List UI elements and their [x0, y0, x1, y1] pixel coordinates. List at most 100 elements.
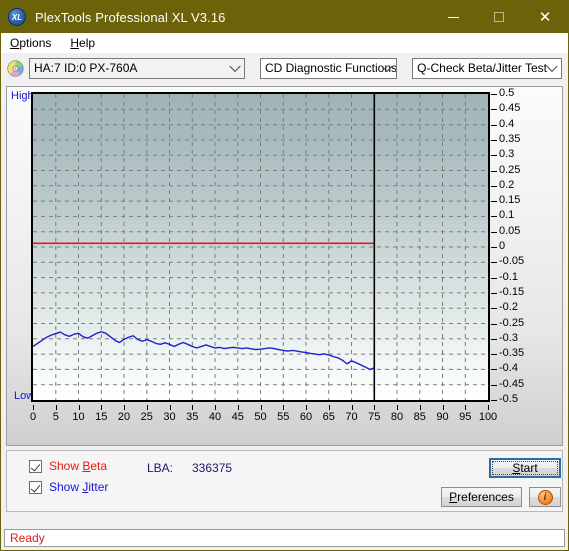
y-tick-mark	[491, 292, 497, 294]
show-beta-label: Show Beta	[49, 459, 108, 473]
y-tick-label: -0.25	[499, 316, 525, 329]
test-select[interactable]: Q-Check Beta/Jitter Test	[412, 57, 562, 79]
y-tick-mark	[491, 155, 497, 157]
x-tick-label: 30	[163, 411, 176, 423]
x-tick-mark	[260, 405, 262, 410]
x-tick-label: 20	[117, 411, 131, 423]
x-tick-label: 100	[478, 411, 498, 423]
x-tick-label: 85	[413, 411, 426, 423]
y-tick-mark	[491, 231, 497, 233]
show-beta-checkbox[interactable]	[29, 459, 42, 473]
plot-svg	[33, 94, 488, 400]
y-tick-label: -0.2	[499, 301, 518, 314]
y-tick-mark	[491, 369, 497, 371]
x-tick-mark	[169, 405, 171, 410]
y-tick-label: -0.15	[499, 285, 525, 298]
x-tick-mark	[419, 405, 421, 410]
y-tick-mark	[491, 170, 497, 172]
start-button[interactable]: Start	[489, 458, 561, 478]
y-tick-mark	[491, 277, 497, 279]
y-tick-mark	[491, 109, 497, 111]
device-select[interactable]: HA:7 ID:0 PX-760A	[29, 57, 245, 79]
x-tick-mark	[465, 405, 467, 410]
show-beta-row[interactable]: Show Beta	[29, 459, 107, 473]
y-tick-label: 0.45	[499, 102, 521, 115]
x-tick-mark	[215, 405, 216, 410]
y-tick-mark	[491, 94, 497, 95]
x-tick-mark	[306, 405, 307, 410]
x-tick-label: 60	[299, 411, 313, 423]
minimize-button[interactable]	[430, 1, 476, 33]
y-tick-mark	[491, 400, 497, 401]
y-tick-mark	[491, 262, 497, 264]
x-tick-label: 90	[436, 411, 449, 423]
plot-area	[31, 92, 490, 402]
x-tick-mark	[237, 405, 239, 410]
menu-item-options-label: ptions	[19, 36, 52, 50]
y-tick-mark	[491, 323, 497, 325]
preferences-button[interactable]: Preferences	[441, 487, 522, 507]
x-tick-mark	[442, 405, 444, 410]
function-select[interactable]: CD Diagnostic Functions	[259, 57, 398, 79]
x-tick-mark	[33, 405, 34, 410]
x-tick-label: 15	[95, 411, 108, 423]
minimize-icon	[447, 16, 459, 18]
show-jitter-row[interactable]: Show Jitter	[29, 480, 108, 494]
y-tick-label: -0.05	[499, 255, 525, 268]
x-tick-mark	[328, 405, 330, 410]
device-select-value: HA:7 ID:0 PX-760A	[34, 61, 138, 75]
y-tick-label: -0.35	[499, 347, 525, 360]
app-icon: XL	[8, 8, 26, 26]
y-axis-ticks: 0.5 0.45 0.4 0.35 0.3 0.25 0.2 0.15 0.1 0.05 0 -0.0…	[491, 87, 568, 407]
window-controls: ✕	[430, 1, 568, 33]
x-tick-label: 35	[186, 411, 199, 423]
y-tick-label: -0.3	[499, 331, 518, 344]
x-tick-mark	[192, 405, 194, 410]
start-button-label: Start	[512, 461, 538, 475]
menu-bar: Options Help	[1, 33, 568, 53]
x-tick-mark	[124, 405, 125, 410]
x-axis-ticks: 0 5 10 15 20 25 30 35 40 45 50 55 60 65 70 75 80 85 90 95 10…	[30, 405, 497, 429]
menu-item-help-label: elp	[79, 36, 96, 50]
function-select-value: CD Diagnostic Functions	[264, 61, 397, 75]
window-title: PlexTools Professional XL V3.16	[35, 9, 226, 25]
x-tick-mark	[101, 405, 103, 410]
x-tick-label: 95	[459, 411, 472, 423]
x-tick-label: 75	[368, 411, 381, 423]
menu-item-options[interactable]: Options	[7, 34, 60, 52]
y-tick-label: 0.5	[499, 87, 515, 99]
y-tick-label: 0.05	[499, 224, 521, 237]
y-tick-mark	[491, 384, 497, 386]
y-tick-mark	[491, 139, 497, 141]
show-jitter-checkbox[interactable]	[29, 480, 42, 494]
y-tick-label: -0.1	[499, 270, 518, 283]
x-tick-label: 45	[231, 411, 244, 423]
y-tick-label: -0.4	[499, 362, 518, 375]
x-tick-mark	[397, 405, 398, 410]
y-tick-label: 0.15	[499, 194, 521, 207]
status-text: Ready	[10, 531, 45, 545]
x-tick-mark	[374, 405, 376, 410]
y-tick-label: 0.1	[499, 209, 515, 222]
y-tick-label: 0.4	[499, 117, 515, 130]
info-button[interactable]: i	[529, 487, 561, 507]
menu-item-help[interactable]: Help	[67, 34, 104, 52]
maximize-button[interactable]	[476, 1, 522, 33]
x-tick-mark	[55, 405, 57, 410]
y-tick-mark	[491, 338, 497, 340]
y-tick-mark	[491, 247, 497, 248]
preferences-button-label: Preferences	[449, 490, 514, 504]
x-tick-label: 5	[52, 411, 59, 423]
controls-panel: Show Beta Show Jitter LBA: 336375 Start …	[6, 450, 563, 512]
y-tick-mark	[491, 124, 497, 126]
y-tick-label: 0.2	[499, 178, 515, 191]
x-tick-label: 55	[277, 411, 290, 423]
toolbar: HA:7 ID:0 PX-760A CD Diagnostic Function…	[1, 53, 568, 83]
y-tick-label: 0.35	[499, 132, 521, 145]
close-button[interactable]: ✕	[522, 1, 568, 33]
y-tick-mark	[491, 185, 497, 187]
y-tick-label: 0	[499, 240, 506, 252]
lba-label: LBA:	[147, 461, 174, 475]
chart-panel: High Low 0.5 0.45 0.4 0.35 0.3 0.25 0.2 0.15 0.1…	[6, 86, 563, 446]
x-tick-label: 50	[254, 411, 267, 423]
